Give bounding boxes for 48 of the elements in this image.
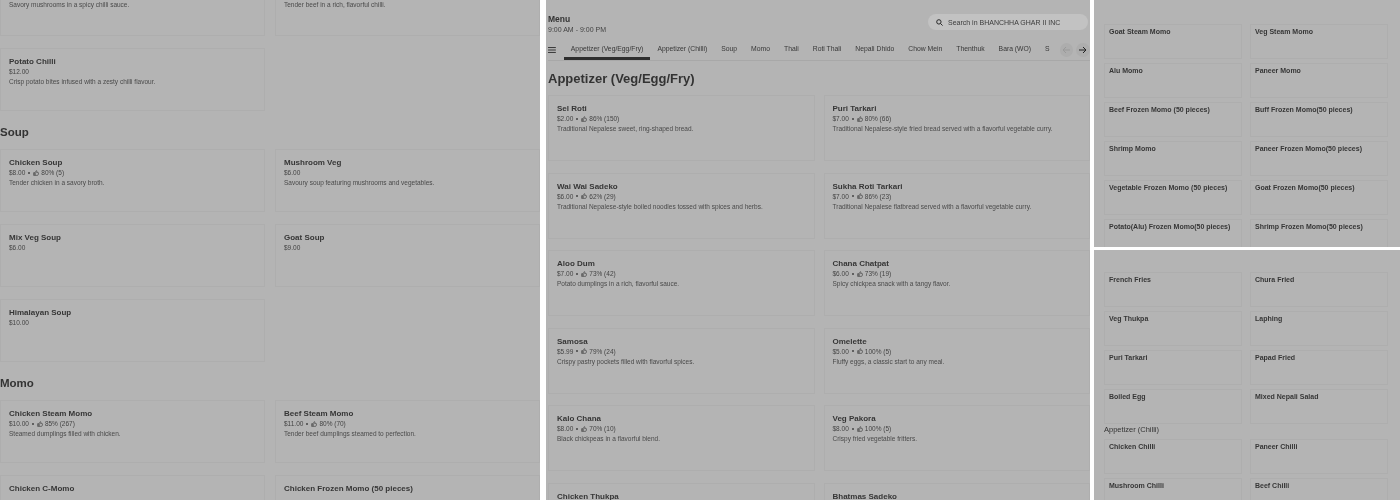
item-name: Chicken Soup	[9, 158, 63, 167]
item-name: Wai Wai Sadeko	[557, 181, 618, 191]
item-name: Omelette	[832, 336, 867, 346]
thumbs-up-icon	[36, 420, 43, 427]
item-name: Chana Chatpat	[832, 259, 889, 269]
thumbs-up-icon	[311, 420, 318, 427]
thumbs-up-icon	[856, 193, 863, 200]
thumbs-up-icon	[581, 115, 588, 122]
item-name: Sukha Roti Tarkari	[832, 181, 903, 191]
thumbs-up-icon	[581, 348, 588, 355]
item-name: Chicken Steam Momo	[9, 409, 93, 418]
thumbs-up-icon	[856, 425, 863, 432]
item-name: Kalo Chana	[557, 414, 601, 424]
item-name: Sel Roti	[557, 104, 587, 113]
search-icon	[936, 18, 943, 26]
thumbs-up-icon	[581, 425, 588, 432]
item-name: Beef Steam Momo	[284, 409, 354, 418]
thumbs-up-icon	[856, 115, 863, 122]
item-name: Goat Soup	[284, 233, 325, 242]
thumbs-up-icon	[856, 270, 863, 277]
arrow-right-icon	[1079, 45, 1088, 54]
item-name: Potato Chilli	[9, 57, 56, 66]
thumbs-up-icon	[856, 348, 863, 355]
item-name: Mix Veg Soup	[9, 233, 61, 242]
item-name: Puri Tarkari	[832, 104, 877, 113]
item-name: Bhatmas Sadeko	[832, 491, 897, 500]
thumbs-up-icon	[581, 193, 588, 200]
thumbs-up-icon	[33, 169, 40, 176]
arrow-left-icon	[1062, 45, 1071, 54]
section-heading: Appetizer (Veg/Egg/Fry)	[548, 71, 696, 87]
next-arrow-button[interactable]	[1076, 42, 1090, 57]
section-heading: Soup	[0, 125, 30, 139]
item-name: Veg Pakora	[832, 414, 876, 424]
item-name: Chicken C-Momo	[9, 484, 75, 493]
menu-icon[interactable]	[548, 45, 556, 54]
item-name: Himalayan Soup	[9, 308, 72, 317]
thumbs-up-icon	[581, 270, 588, 277]
item-name: Samosa	[557, 336, 588, 346]
menu-item-card[interactable]: Chicken Thukpa	[548, 482, 815, 500]
item-name: Mushroom Veg	[284, 158, 342, 167]
item-name: Chicken Thukpa	[557, 491, 619, 500]
item-name: Chicken Frozen Momo (50 pieces)	[284, 484, 413, 493]
menu-title: Menu	[548, 14, 572, 24]
item-name: Aloo Dum	[557, 259, 595, 269]
menu-item-card[interactable]: Chicken C-Momo	[0, 475, 265, 500]
menu-item-card[interactable]: Chicken Frozen Momo (50 pieces)	[275, 475, 540, 500]
menu-item-card[interactable]: Bhatmas Sadeko	[823, 482, 1090, 500]
section-heading: Momo	[0, 376, 35, 390]
